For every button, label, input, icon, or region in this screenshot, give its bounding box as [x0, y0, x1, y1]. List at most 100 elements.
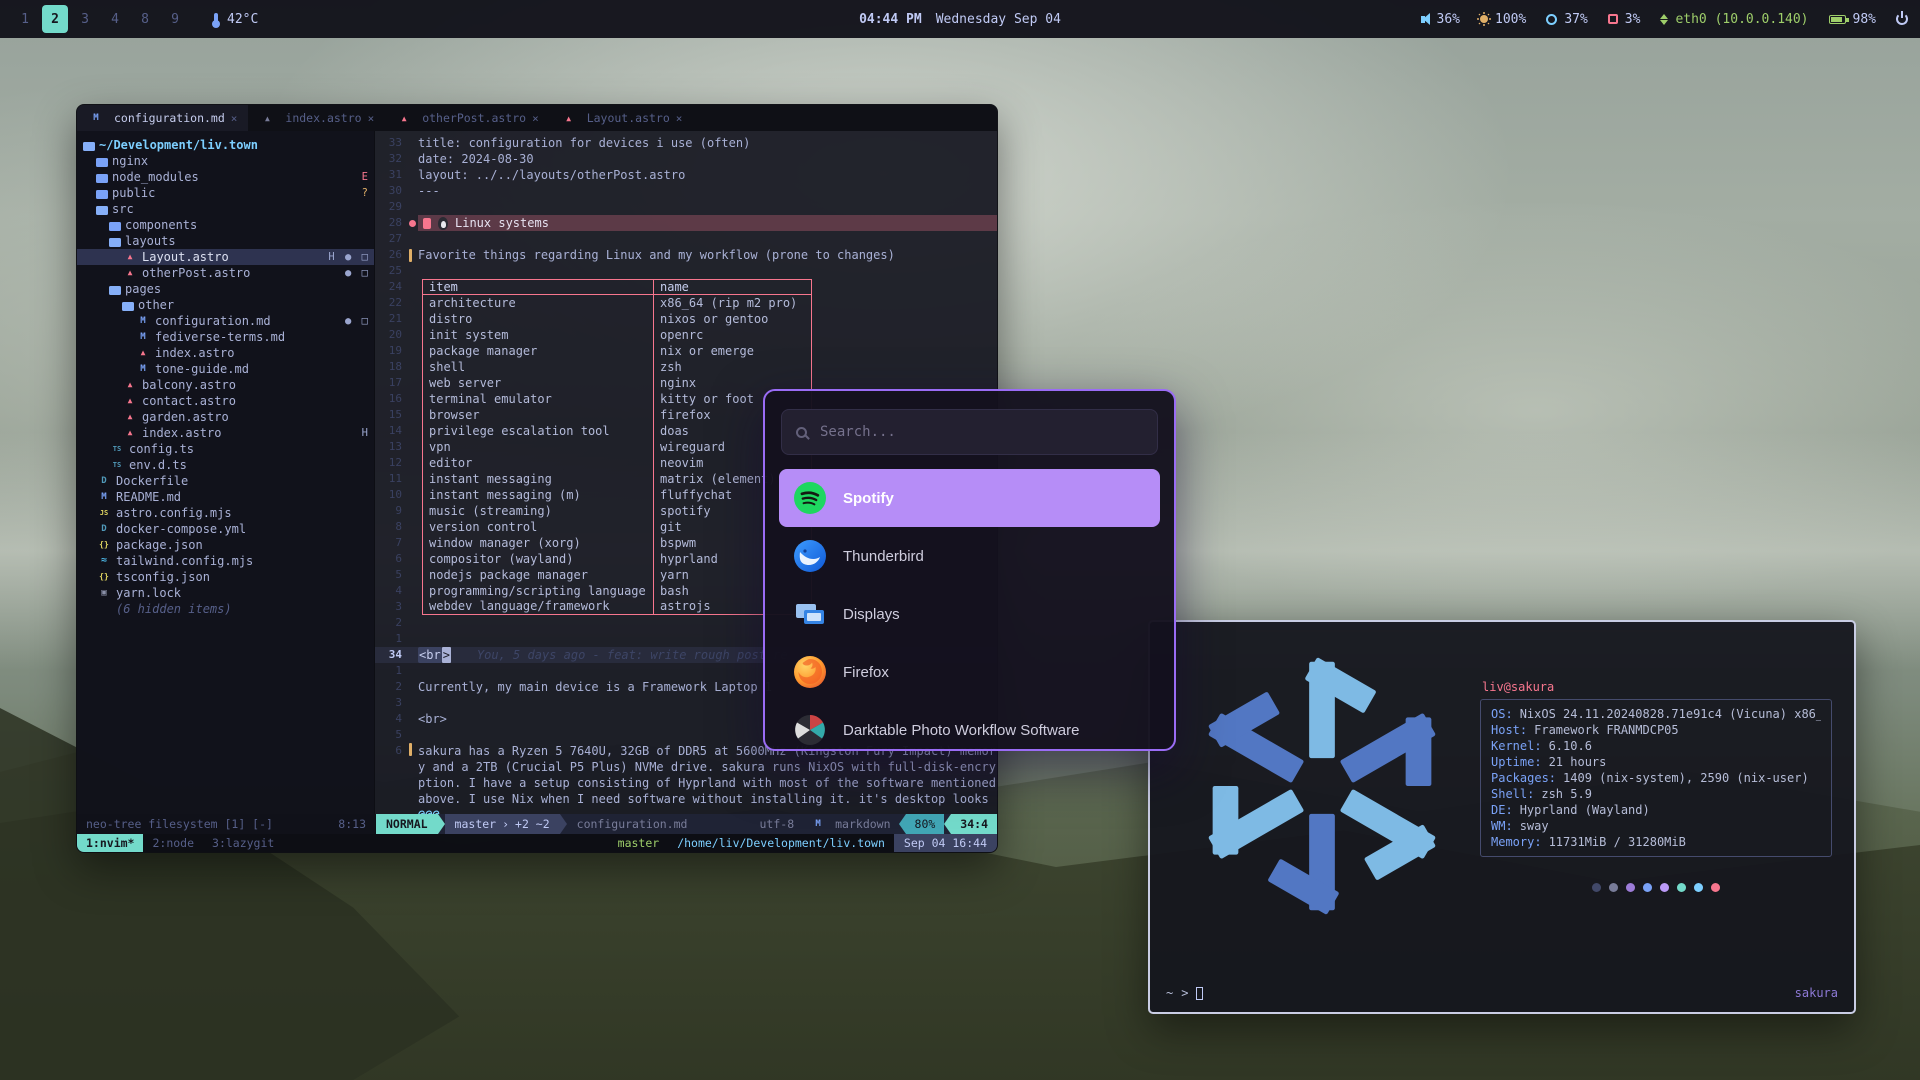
- tab-close-icon[interactable]: ×: [231, 112, 238, 125]
- tmux-windows: 1:nvim* 2:node 3:lazygit: [77, 834, 283, 852]
- line-number: 15: [375, 407, 409, 423]
- tree-item[interactable]: layouts: [77, 233, 374, 249]
- tree-item[interactable]: tailwind.config.mjs: [77, 553, 374, 569]
- cursor-position: 34:4: [951, 814, 997, 834]
- tree-item[interactable]: garden.astro: [77, 409, 374, 425]
- tree-item[interactable]: yarn.lock: [77, 585, 374, 601]
- table-cell-item: nodejs package manager: [422, 567, 654, 583]
- workspace-button[interactable]: 9: [162, 5, 188, 33]
- tree-item[interactable]: node_modules E: [77, 169, 374, 185]
- workspace-button[interactable]: 1: [12, 5, 38, 33]
- launcher-search[interactable]: [781, 409, 1158, 455]
- buffer-line: 27: [375, 231, 997, 247]
- tree-item[interactable]: (6 hidden items): [77, 601, 374, 617]
- tree-item[interactable]: fediverse-terms.md: [77, 329, 374, 345]
- line-number: 32: [375, 151, 409, 167]
- tab-close-icon[interactable]: ×: [532, 112, 539, 125]
- info-key: Kernel:: [1491, 738, 1542, 754]
- table-cell-item: terminal emulator: [422, 391, 654, 407]
- editor-tab[interactable]: otherPost.astro ×: [385, 105, 549, 131]
- clock-date: Wednesday Sep 04: [936, 12, 1061, 27]
- app-item-darktable[interactable]: Darktable Photo Workflow Software: [779, 701, 1160, 751]
- tree-item[interactable]: env.d.ts: [77, 457, 374, 473]
- file-type-icon: [122, 379, 138, 391]
- tmux-window-tab[interactable]: 2:node: [143, 834, 203, 852]
- tree-item[interactable]: tone-guide.md: [77, 361, 374, 377]
- system-info-box: OS: NixOS 24.11.20240828.71e91c4 (Vicuna…: [1480, 699, 1832, 857]
- tree-item[interactable]: pages: [77, 281, 374, 297]
- tmux-git-branch: master: [609, 836, 669, 850]
- tree-item[interactable]: index.astro: [77, 345, 374, 361]
- file-encoding: utf-8: [752, 814, 803, 834]
- search-input[interactable]: [818, 423, 1143, 441]
- tree-item[interactable]: astro.config.mjs: [77, 505, 374, 521]
- workspace-button[interactable]: 2: [42, 5, 68, 33]
- tree-item[interactable]: components: [77, 217, 374, 233]
- tree-item[interactable]: contact.astro: [77, 393, 374, 409]
- file-type-icon: [96, 523, 112, 535]
- tree-item[interactable]: src: [77, 201, 374, 217]
- battery-icon: [1829, 15, 1846, 24]
- brightness-module[interactable]: 100%: [1480, 12, 1526, 27]
- workspace-button[interactable]: 3: [72, 5, 98, 33]
- file-type-icon: [122, 302, 134, 311]
- line-number: 30: [375, 183, 409, 199]
- tree-item[interactable]: package.json: [77, 537, 374, 553]
- editor-tab[interactable]: Layout.astro ×: [550, 105, 694, 131]
- info-value: NixOS 24.11.20240828.71e91c4 (Vicuna) x8…: [1520, 706, 1821, 722]
- workspace-button[interactable]: 8: [132, 5, 158, 33]
- editor-tab[interactable]: configuration.md ×: [77, 105, 248, 131]
- table-cell-item: distro: [422, 311, 654, 327]
- tab-label: index.astro: [285, 111, 361, 125]
- tree-item[interactable]: Layout.astro H ● □: [77, 249, 374, 265]
- git-status-badge: ● □: [339, 313, 370, 329]
- tree-item[interactable]: index.astro H: [77, 425, 374, 441]
- tmux-window-tab[interactable]: 1:nvim*: [77, 834, 143, 852]
- app-item-firefox[interactable]: Firefox: [779, 643, 1160, 701]
- git-status-badge: H: [356, 425, 370, 441]
- tree-item[interactable]: docker-compose.yml: [77, 521, 374, 537]
- volume-module[interactable]: 36%: [1421, 12, 1460, 27]
- editor-tab[interactable]: index.astro ×: [248, 105, 385, 131]
- app-item-displays[interactable]: Displays: [779, 585, 1160, 643]
- shell-prompt[interactable]: ~ >: [1166, 986, 1203, 1000]
- file-name: index.astro: [155, 345, 234, 361]
- info-key: Packages:: [1491, 770, 1556, 786]
- file-type-icon: [96, 587, 112, 599]
- memory-icon: [1608, 14, 1618, 24]
- git-status-badge: E: [356, 169, 370, 185]
- tree-item[interactable]: ~/Development/liv.town: [77, 137, 374, 153]
- tmux-window-tab[interactable]: 3:lazygit: [203, 834, 283, 852]
- tree-item[interactable]: other: [77, 297, 374, 313]
- tree-item[interactable]: tsconfig.json: [77, 569, 374, 585]
- file-type-icon: [109, 443, 125, 455]
- power-button[interactable]: [1896, 13, 1908, 25]
- tree-item[interactable]: configuration.md ● □: [77, 313, 374, 329]
- tab-close-icon[interactable]: ×: [676, 112, 683, 125]
- line-number: 3: [375, 599, 409, 615]
- tree-item[interactable]: nginx: [77, 153, 374, 169]
- file-name: ~/Development/liv.town: [99, 137, 258, 153]
- tree-item[interactable]: otherPost.astro ● □: [77, 265, 374, 281]
- table-cell-name: nixos or gentoo: [654, 311, 812, 327]
- tree-item[interactable]: Dockerfile: [77, 473, 374, 489]
- table-cell-item: init system: [422, 327, 654, 343]
- file-type-icon: [96, 190, 108, 199]
- tree-item[interactable]: public ?: [77, 185, 374, 201]
- network-module[interactable]: eth0 (10.0.0.140): [1660, 12, 1808, 27]
- app-item-thunderbird[interactable]: Thunderbird: [779, 527, 1160, 585]
- system-info-panel: liv@sakura OS: NixOS 24.11.20240828.71e9…: [1480, 680, 1832, 936]
- workspace-button[interactable]: 4: [102, 5, 128, 33]
- info-key: OS:: [1491, 706, 1513, 722]
- tree-item[interactable]: README.md: [77, 489, 374, 505]
- tab-close-icon[interactable]: ×: [368, 112, 375, 125]
- info-line: Packages: 1409 (nix-system), 2590 (nix-u…: [1491, 770, 1821, 786]
- file-name: pages: [125, 281, 161, 297]
- tree-item[interactable]: config.ts: [77, 441, 374, 457]
- info-value: Framework FRANMDCP05: [1534, 722, 1679, 738]
- palette-dot: [1643, 883, 1652, 892]
- tree-item[interactable]: balcony.astro: [77, 377, 374, 393]
- app-item-spotify[interactable]: Spotify: [779, 469, 1160, 527]
- tree-cursor-position: 8:13: [338, 817, 366, 831]
- line-number: 17: [375, 375, 409, 391]
